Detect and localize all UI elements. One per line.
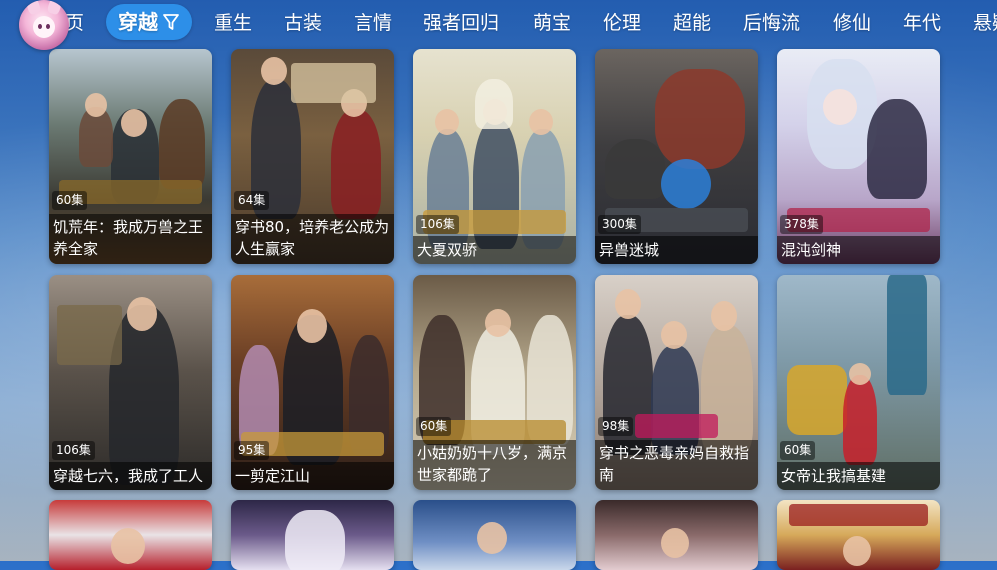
drama-card[interactable]	[413, 500, 576, 570]
poster-image	[777, 500, 940, 570]
avatar-eye	[46, 24, 50, 29]
drama-title: 穿书之恶毒亲妈自救指南	[595, 440, 758, 490]
poster-image	[49, 500, 212, 570]
tab-romance[interactable]: 言情	[354, 8, 392, 38]
drama-title: 异兽迷城	[595, 236, 758, 264]
tab-rebirth[interactable]: 重生	[214, 8, 252, 38]
episode-badge: 60集	[780, 441, 816, 460]
poster-image	[595, 500, 758, 570]
drama-card[interactable]: 106集 穿越七六，我成了工人	[49, 275, 212, 490]
tab-era[interactable]: 年代	[903, 8, 941, 38]
drama-title: 女帝让我搞基建	[777, 462, 940, 490]
tab-label: 穿越	[118, 10, 158, 34]
tab-chuanyue-active[interactable]: 穿越	[106, 4, 192, 40]
episode-badge: 300集	[598, 215, 641, 234]
user-avatar[interactable]	[19, 0, 69, 50]
episode-badge: 60集	[416, 417, 452, 436]
drama-card[interactable]	[231, 500, 394, 570]
drama-title: 饥荒年：我成万兽之王养全家	[49, 214, 212, 264]
tab-regret[interactable]: 后悔流	[743, 8, 800, 38]
tab-cute-baby[interactable]: 萌宝	[533, 8, 571, 38]
drama-card[interactable]: 300集 异兽迷城	[595, 49, 758, 264]
drama-title: 大夏双骄	[413, 236, 576, 264]
drama-card[interactable]	[49, 500, 212, 570]
drama-title: 一剪定江山	[231, 462, 394, 490]
episode-badge: 95集	[234, 441, 270, 460]
tab-suspense[interactable]: 悬疑	[973, 8, 997, 38]
drama-title: 穿越七六，我成了工人	[49, 462, 212, 490]
category-nav: 首页 穿越 重生 古装 言情 强者回归 萌宝 伦理 超能 后悔流 修仙 年代 悬…	[0, 0, 997, 46]
episode-badge: 60集	[52, 191, 88, 210]
drama-card[interactable]: 60集 女帝让我搞基建	[777, 275, 940, 490]
drama-card[interactable]: 106集 大夏双骄	[413, 49, 576, 264]
episode-badge: 106集	[52, 441, 95, 460]
drama-card[interactable]: 64集 穿书80，培养老公成为人生赢家	[231, 49, 394, 264]
avatar-ear	[24, 0, 42, 16]
drama-card[interactable]	[595, 500, 758, 570]
poster-image	[413, 500, 576, 570]
episode-badge: 106集	[416, 215, 459, 234]
drama-card[interactable]: 60集 小姑奶奶十八岁，满京世家都跪了	[413, 275, 576, 490]
drama-title: 穿书80，培养老公成为人生赢家	[231, 214, 394, 264]
tab-costume[interactable]: 古装	[284, 8, 322, 38]
tab-strong-return[interactable]: 强者回归	[423, 8, 499, 38]
avatar-ear	[46, 0, 64, 16]
episode-badge: 98集	[598, 417, 634, 436]
drama-card[interactable]	[777, 500, 940, 570]
tab-cultivation[interactable]: 修仙	[833, 8, 871, 38]
avatar-eye	[38, 24, 42, 29]
tab-ethics[interactable]: 伦理	[603, 8, 641, 38]
drama-card[interactable]: 95集 一剪定江山	[231, 275, 394, 490]
episode-badge: 378集	[780, 215, 823, 234]
drama-card[interactable]: 378集 混沌剑神	[777, 49, 940, 264]
drama-grid: 60集 饥荒年：我成万兽之王养全家 64集 穿书80，培养老公成为人生赢家 10…	[0, 0, 997, 570]
drama-title: 小姑奶奶十八岁，满京世家都跪了	[413, 440, 576, 490]
tab-superpower[interactable]: 超能	[673, 8, 711, 38]
drama-card[interactable]: 98集 穿书之恶毒亲妈自救指南	[595, 275, 758, 490]
avatar-face	[33, 16, 55, 38]
drama-card[interactable]: 60集 饥荒年：我成万兽之王养全家	[49, 49, 212, 264]
filter-icon[interactable]	[162, 13, 180, 31]
episode-badge: 64集	[234, 191, 270, 210]
poster-image	[231, 500, 394, 570]
drama-title: 混沌剑神	[777, 236, 940, 264]
